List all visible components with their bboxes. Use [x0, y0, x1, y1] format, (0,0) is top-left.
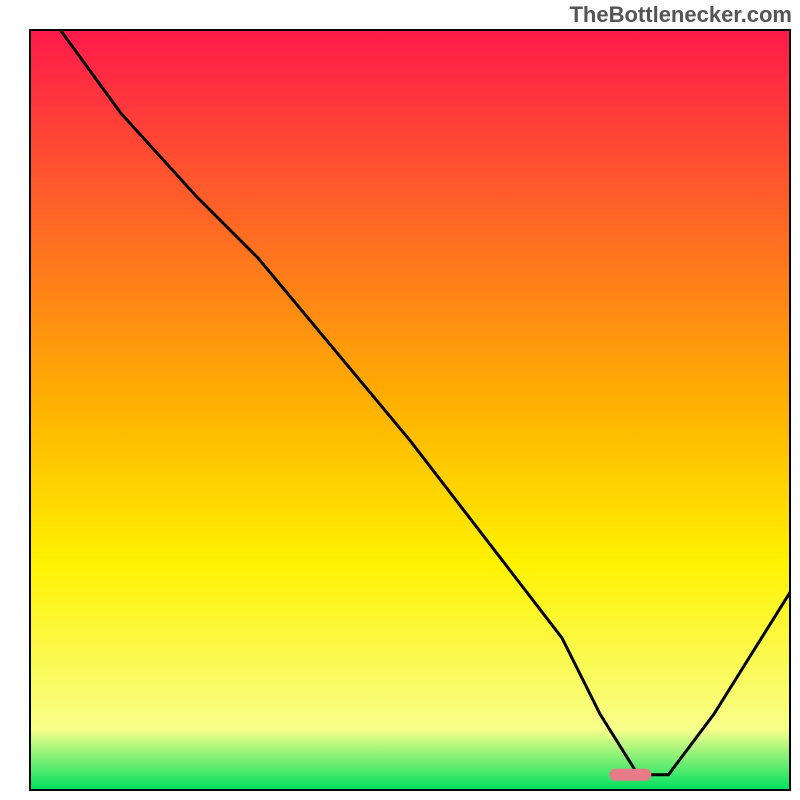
optimal-marker [609, 769, 651, 781]
chart-container: TheBottlenecker.com [0, 0, 800, 800]
gradient-background [30, 30, 790, 790]
chart-svg [0, 0, 800, 800]
plot-area [30, 30, 790, 790]
watermark-text: TheBottlenecker.com [569, 2, 792, 28]
